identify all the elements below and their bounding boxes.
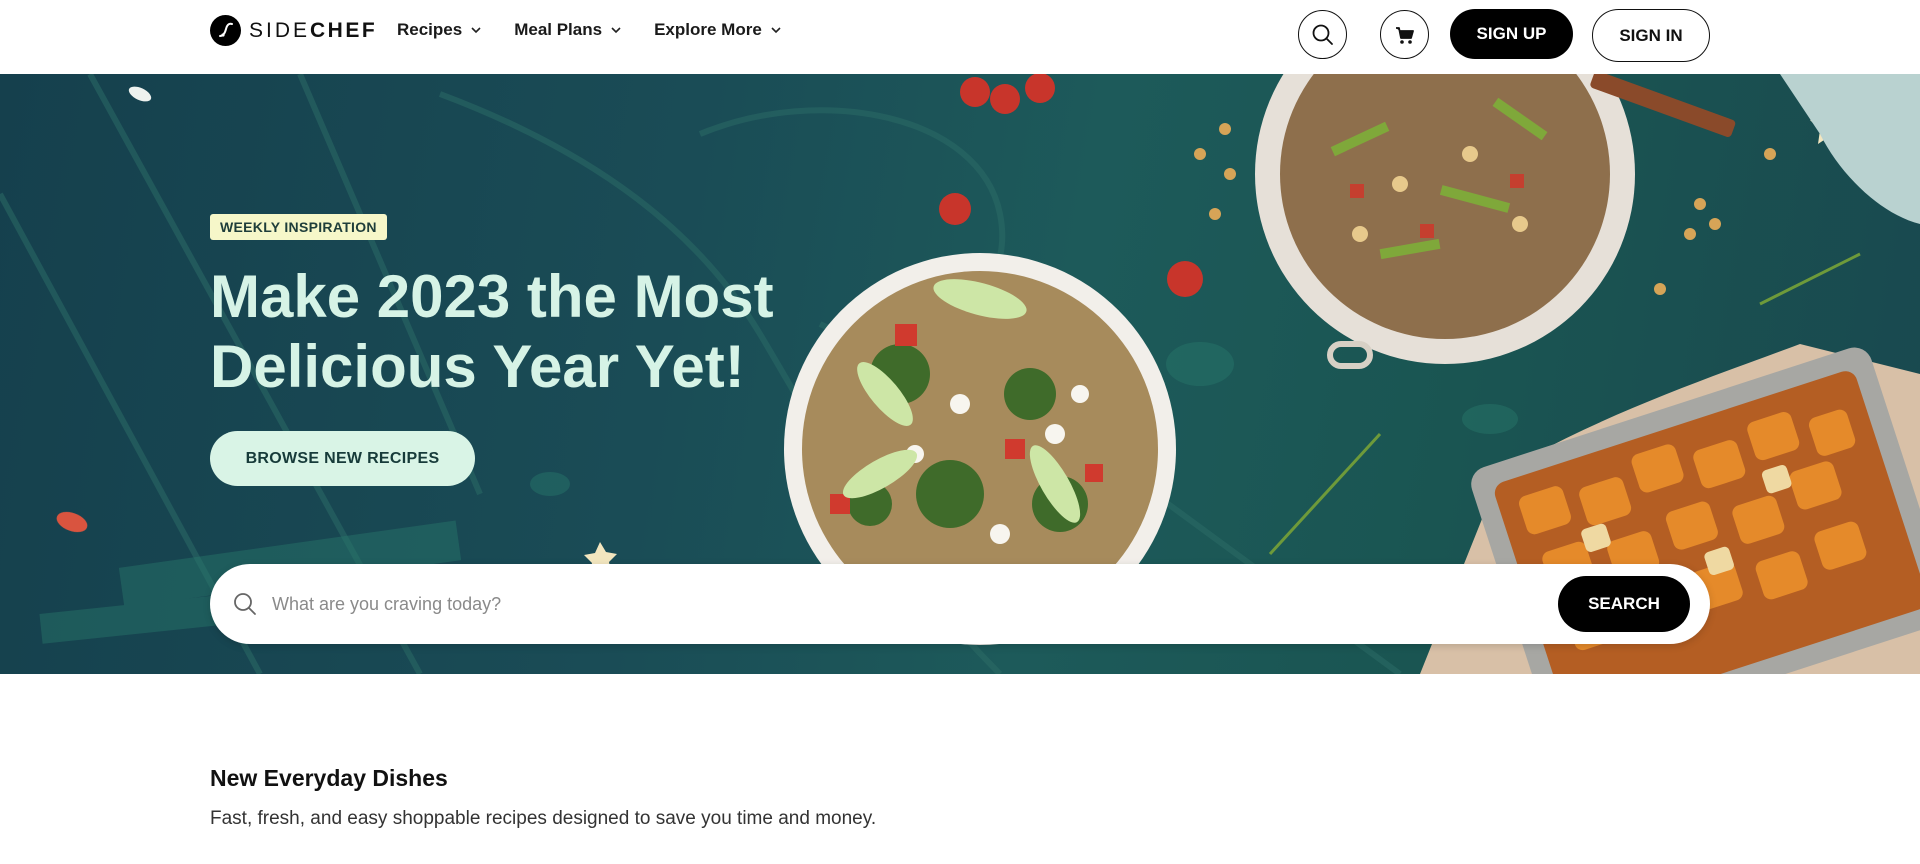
nav-item-recipes[interactable]: Recipes [397,20,482,40]
weekly-inspiration-badge: WEEKLY INSPIRATION [210,214,387,240]
top-nav: SIDECHEF Recipes Meal Plans Explore More… [0,0,1920,74]
recipe-search-bar: SEARCH [210,564,1710,644]
search-button[interactable] [1298,10,1347,59]
hero-banner: WEEKLY INSPIRATION Make 2023 the Most De… [0,74,1920,674]
search-icon [234,593,256,615]
section-title: New Everyday Dishes [210,765,448,791]
chevron-down-icon [771,27,781,34]
logo-word-chef: CHEF [310,18,378,42]
chevron-down-icon [471,27,481,34]
nav-item-label: Meal Plans [514,20,603,39]
chevron-down-icon [611,27,621,34]
hero-headline: Make 2023 the Most Delicious Year Yet! [210,262,850,402]
hero-headline-line-2: Delicious Year Yet! [210,333,745,400]
nav-item-explore-more[interactable]: Explore More [654,20,782,40]
browse-new-recipes-button[interactable]: BROWSE NEW RECIPES [210,431,475,486]
nav-menu: Recipes Meal Plans Explore More [397,20,782,40]
sign-up-button[interactable]: SIGN UP [1450,9,1573,59]
cart-icon [1395,26,1414,44]
hero-headline-line-1: Make 2023 the Most [210,263,774,330]
sidechef-logo-icon [210,15,241,46]
sidechef-logo[interactable]: SIDECHEF [210,15,377,46]
search-icon [1312,24,1333,45]
nav-item-label: Explore More [654,20,762,39]
recipe-search-input[interactable] [272,586,1522,622]
nav-item-label: Recipes [397,20,463,39]
logo-word-side: SIDE [249,18,311,42]
nav-item-meal-plans[interactable]: Meal Plans [514,20,622,40]
logo-wordmark: SIDECHEF [249,19,377,43]
sign-in-button[interactable]: SIGN IN [1592,9,1710,62]
cart-button[interactable] [1380,10,1429,59]
section-subtitle: Fast, fresh, and easy shoppable recipes … [210,808,877,829]
search-submit-button[interactable]: SEARCH [1558,576,1690,632]
